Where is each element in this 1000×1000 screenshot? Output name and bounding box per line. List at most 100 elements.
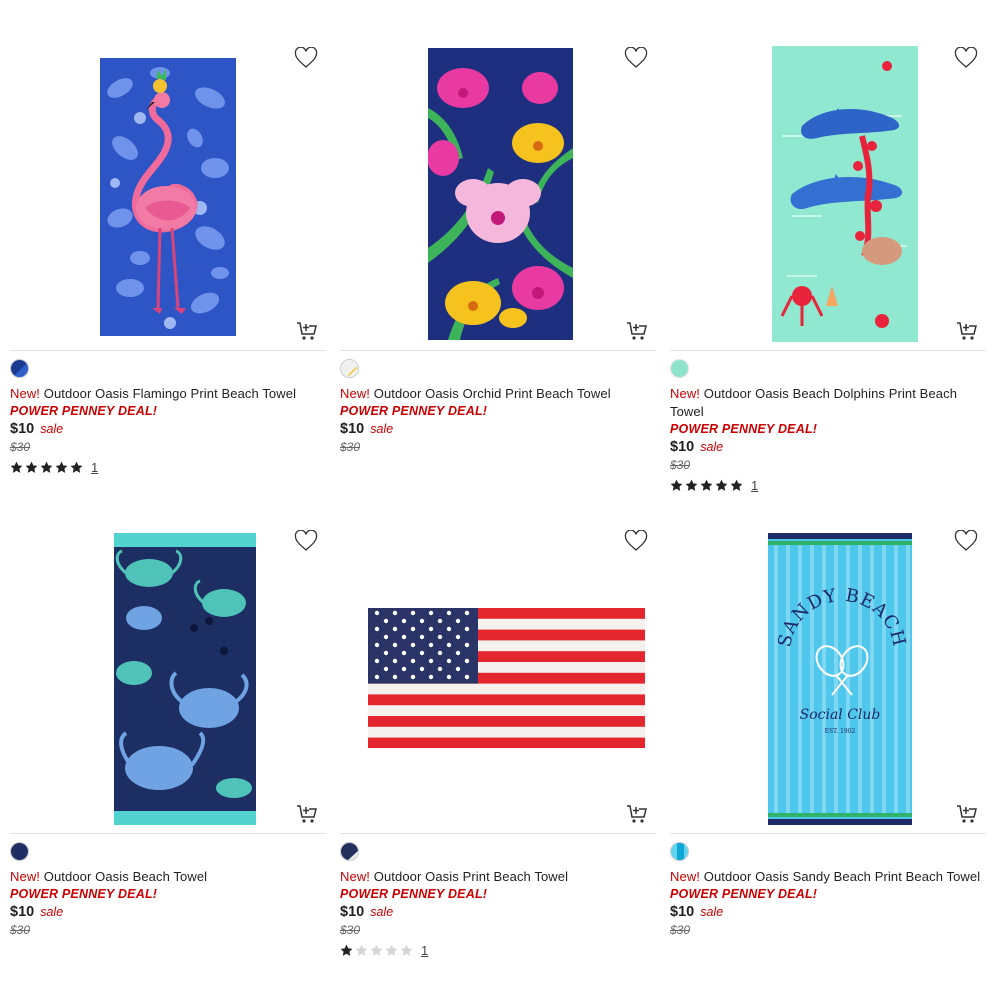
new-badge: New! — [10, 869, 41, 884]
deal-label: POWER PENNEY DEAL! — [10, 404, 158, 418]
deal-label: POWER PENNEY DEAL! — [340, 404, 488, 418]
product-title[interactable]: New! Outdoor Oasis Beach Dolphins Print … — [670, 385, 986, 421]
price-value: $10 — [340, 421, 365, 437]
new-badge: New! — [340, 386, 371, 401]
dolphins-towel-image[interactable] — [772, 46, 918, 342]
heart-icon[interactable] — [294, 47, 318, 69]
rating[interactable]: 1 — [340, 942, 656, 958]
rating-stars — [10, 461, 83, 474]
original-price: $30 — [10, 923, 31, 937]
product-image-area[interactable] — [670, 38, 986, 351]
deal-label: POWER PENNEY DEAL! — [10, 887, 158, 901]
product-name-link[interactable]: Outdoor Oasis Beach Towel — [44, 869, 207, 884]
color-swatch[interactable] — [340, 359, 359, 378]
add-to-cart-icon[interactable] — [296, 321, 318, 341]
star-filled-icon — [340, 944, 353, 956]
product-card: SANDY BEACH Social Club EST. 1902 New! O… — [670, 521, 986, 938]
star-filled-icon — [715, 479, 728, 491]
product-title[interactable]: New! Outdoor Oasis Orchid Print Beach To… — [340, 385, 656, 403]
sale-label: sale — [40, 905, 64, 919]
sale-label: sale — [700, 905, 724, 919]
sale-label: sale — [700, 440, 724, 454]
original-price: $30 — [340, 440, 361, 454]
sale-label: sale — [370, 905, 394, 919]
star-empty-icon — [370, 944, 383, 956]
flag-towel-image[interactable] — [368, 608, 645, 748]
product-title[interactable]: New! Outdoor Oasis Sandy Beach Print Bea… — [670, 868, 986, 886]
add-to-cart-icon[interactable] — [626, 321, 648, 341]
rating-stars — [670, 479, 743, 492]
star-filled-icon — [730, 479, 743, 491]
heart-icon[interactable] — [624, 47, 648, 69]
star-empty-icon — [355, 944, 368, 956]
rating-stars — [340, 944, 413, 957]
product-name-link[interactable]: Outdoor Oasis Flamingo Print Beach Towel — [44, 386, 296, 401]
product-card: New! Outdoor Oasis Beach Dolphins Print … — [670, 38, 986, 493]
add-to-cart-icon[interactable] — [956, 321, 978, 341]
star-filled-icon — [40, 461, 53, 473]
product-name-link[interactable]: Outdoor Oasis Beach Dolphins Print Beach… — [670, 386, 957, 419]
rating[interactable]: 1 — [670, 477, 986, 493]
sale-price: $10 sale — [10, 903, 326, 922]
new-badge: New! — [670, 869, 701, 884]
orchid-towel-image[interactable] — [428, 48, 573, 340]
deal-label: POWER PENNEY DEAL! — [670, 422, 818, 436]
review-count-link[interactable]: 1 — [751, 478, 758, 493]
add-to-cart-icon[interactable] — [296, 804, 318, 824]
product-grid: New! Outdoor Oasis Flamingo Print Beach … — [0, 0, 1000, 1000]
add-to-cart-icon[interactable] — [626, 804, 648, 824]
new-badge: New! — [670, 386, 701, 401]
sale-label: sale — [40, 422, 64, 436]
product-name-link[interactable]: Outdoor Oasis Sandy Beach Print Beach To… — [704, 869, 981, 884]
star-empty-icon — [400, 944, 413, 956]
price-value: $10 — [340, 904, 365, 920]
deal-label: POWER PENNEY DEAL! — [670, 887, 818, 901]
product-name-link[interactable]: Outdoor Oasis Orchid Print Beach Towel — [374, 386, 611, 401]
color-swatch[interactable] — [670, 359, 689, 378]
product-image-area[interactable]: SANDY BEACH Social Club EST. 1902 — [670, 521, 986, 834]
original-price: $30 — [670, 458, 691, 472]
review-count-link[interactable]: 1 — [421, 943, 428, 958]
heart-icon[interactable] — [624, 530, 648, 552]
heart-icon[interactable] — [294, 530, 318, 552]
product-image-area[interactable] — [340, 38, 656, 351]
heart-icon[interactable] — [954, 530, 978, 552]
product-name-link[interactable]: Outdoor Oasis Print Beach Towel — [374, 869, 568, 884]
star-filled-icon — [10, 461, 23, 473]
heart-icon[interactable] — [954, 47, 978, 69]
star-filled-icon — [70, 461, 83, 473]
star-filled-icon — [685, 479, 698, 491]
social-club-text: Social Club — [800, 707, 881, 723]
price-value: $10 — [670, 904, 695, 920]
product-card: New! Outdoor Oasis Print Beach Towel POW… — [340, 521, 656, 958]
product-title[interactable]: New! Outdoor Oasis Print Beach Towel — [340, 868, 656, 886]
star-filled-icon — [55, 461, 68, 473]
product-title[interactable]: New! Outdoor Oasis Beach Towel — [10, 868, 326, 886]
product-image-area[interactable] — [10, 38, 326, 351]
product-card: New! Outdoor Oasis Orchid Print Beach To… — [340, 38, 656, 455]
color-swatch[interactable] — [340, 842, 359, 861]
original-price: $30 — [10, 440, 31, 454]
sale-price: $10 sale — [340, 903, 656, 922]
sale-price: $10 sale — [340, 420, 656, 439]
crab-towel-image[interactable] — [114, 533, 256, 825]
product-image-area[interactable] — [340, 521, 656, 834]
price-value: $10 — [670, 439, 695, 455]
sale-label: sale — [370, 422, 394, 436]
star-filled-icon — [700, 479, 713, 491]
star-filled-icon — [670, 479, 683, 491]
product-title[interactable]: New! Outdoor Oasis Flamingo Print Beach … — [10, 385, 326, 403]
new-badge: New! — [340, 869, 371, 884]
flamingo-towel-image[interactable] — [100, 58, 236, 336]
sandy-beach-towel-image[interactable]: SANDY BEACH Social Club EST. 1902 — [768, 533, 912, 825]
price-value: $10 — [10, 904, 35, 920]
sale-price: $10 sale — [670, 903, 986, 922]
sale-price: $10 sale — [10, 420, 326, 439]
color-swatch[interactable] — [670, 842, 689, 861]
add-to-cart-icon[interactable] — [956, 804, 978, 824]
color-swatch[interactable] — [10, 842, 29, 861]
product-image-area[interactable] — [10, 521, 326, 834]
review-count-link[interactable]: 1 — [91, 460, 98, 475]
color-swatch[interactable] — [10, 359, 29, 378]
rating[interactable]: 1 — [10, 459, 326, 475]
